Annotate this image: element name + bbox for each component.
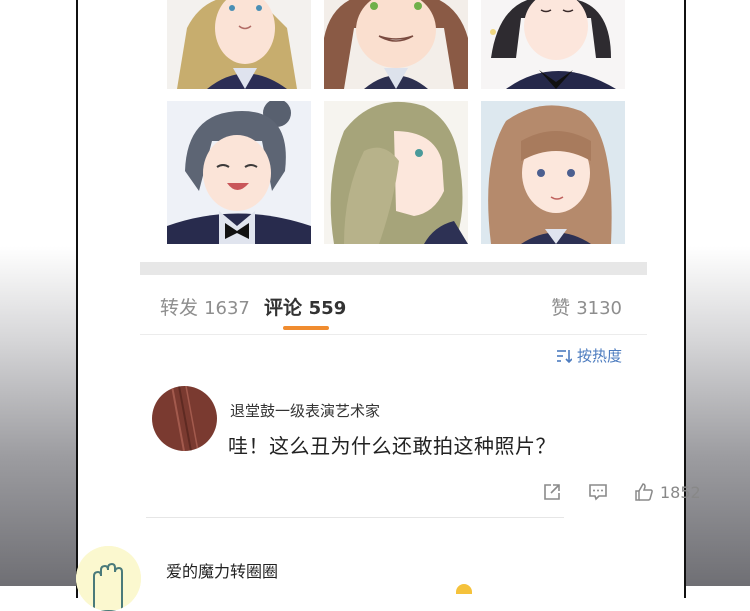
active-tab-indicator <box>283 326 329 330</box>
comment-separator <box>146 517 564 518</box>
share-button[interactable] <box>542 482 562 502</box>
tab-likes-count: 3130 <box>576 298 622 319</box>
tab-comments-label: 评论 <box>264 297 303 319</box>
sort-icon <box>557 349 572 363</box>
photo-thumbnail[interactable] <box>324 0 468 89</box>
reply-icon <box>589 484 607 501</box>
thumbs-up-icon <box>635 483 653 501</box>
like-button[interactable]: 1852 <box>634 482 701 502</box>
tab-repost-label: 转发 <box>160 297 199 319</box>
engagement-tabs: 转发 1637 评论 559 赞 3130 <box>140 276 647 335</box>
sort-by-hot-button[interactable]: 按热度 <box>556 345 622 366</box>
tab-repost-count: 1637 <box>204 298 250 319</box>
photo-grid <box>167 0 625 244</box>
tab-comments-count: 559 <box>308 298 347 319</box>
comment-actions: 1852 <box>542 482 727 502</box>
sort-label: 按热度 <box>577 347 623 365</box>
like-count: 1852 <box>660 482 701 502</box>
tab-likes-label: 赞 <box>551 297 571 319</box>
photo-thumbnail[interactable] <box>167 0 311 89</box>
tab-comments[interactable]: 评论 559 <box>264 293 346 320</box>
phone-screen: 转发 1637 评论 559 赞 3130 按热度 退堂鼓一级表演艺术家 哇！这… <box>76 0 701 598</box>
photo-thumbnail[interactable] <box>167 101 311 244</box>
avatar[interactable] <box>152 386 217 451</box>
photo-thumbnail[interactable] <box>481 101 625 244</box>
comment-username[interactable]: 退堂鼓一级表演艺术家 <box>230 400 380 421</box>
comment-text: 哇！这么丑为什么还敢拍这种照片？ <box>228 434 556 458</box>
share-icon <box>544 484 560 500</box>
reply-button[interactable] <box>588 482 608 502</box>
photo-thumbnail[interactable] <box>481 0 625 89</box>
tab-repost[interactable]: 转发 1637 <box>160 293 250 320</box>
tab-likes[interactable]: 赞 3130 <box>551 293 622 320</box>
comment-username[interactable]: 爱的魔力转圈圈 <box>166 558 278 582</box>
section-divider <box>140 262 647 275</box>
avatar[interactable] <box>76 546 141 611</box>
photo-thumbnail[interactable] <box>324 101 468 244</box>
